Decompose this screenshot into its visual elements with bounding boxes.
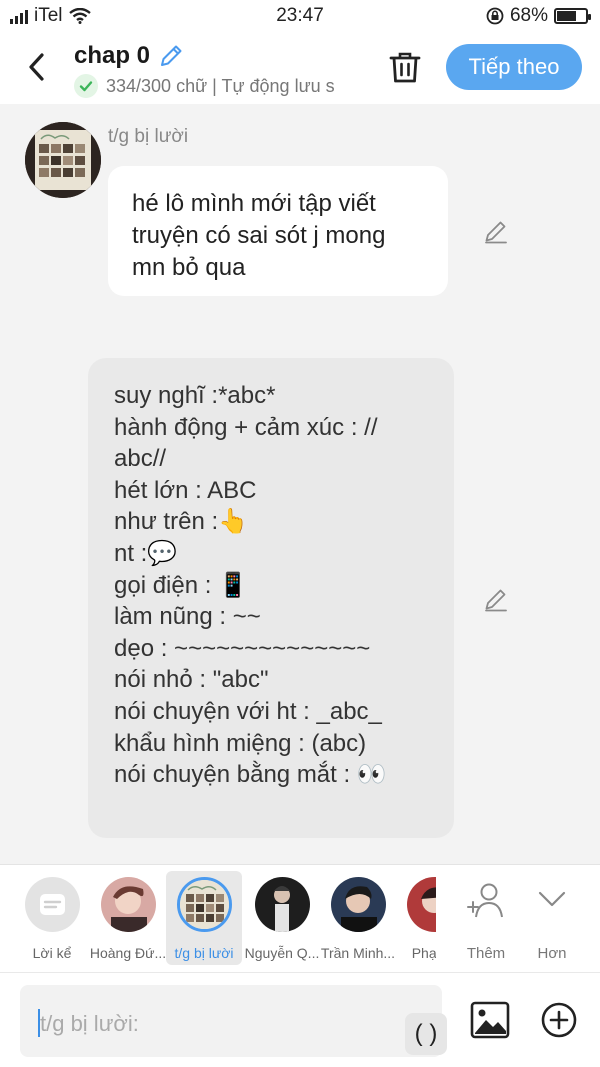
narration-line: hành động + cảm xúc : // — [114, 413, 378, 441]
narration-line: nói chuyện bằng mắt : 👀 — [114, 761, 387, 789]
narration-line: abc// — [114, 445, 167, 473]
character-label: Hoàng Đứ... — [89, 945, 167, 961]
character-avatar — [101, 877, 156, 932]
chapter-title-text: chap 0 — [74, 42, 151, 69]
character-label: Nguyễn Q... — [244, 945, 320, 961]
add-icon[interactable] — [540, 1001, 578, 1039]
narration-line: gọi điện : 📱 — [114, 571, 248, 599]
character-author-selected[interactable]: t/g bị lười — [166, 871, 242, 965]
more-characters-button[interactable]: Hơn — [522, 875, 582, 965]
character-2[interactable]: Hoàng Đứ... — [90, 871, 166, 965]
check-icon — [74, 74, 98, 98]
chapter-title[interactable]: chap 0 — [74, 42, 184, 70]
narrator-icon — [25, 877, 80, 932]
battery-icon — [554, 8, 591, 24]
character-avatar — [407, 877, 436, 932]
add-character-label: Thêm — [466, 945, 506, 962]
character-label: Lời kể — [32, 945, 72, 961]
back-icon[interactable] — [24, 50, 50, 84]
narration-line: dẹo : ~~~~~~~~~~~~~~ — [114, 634, 371, 662]
narration-line: như trên :👆 — [114, 508, 249, 536]
edit-title-icon[interactable] — [158, 43, 184, 69]
chat-area: t/g bị lười hé lô mình mới tập viết truy… — [0, 104, 600, 864]
battery-percent: 68% — [509, 5, 548, 26]
character-avatar — [331, 877, 386, 932]
edit-message-icon[interactable] — [483, 218, 509, 244]
editor-header: chap 0 334/300 chữ | Tự động lưu s Tiếp … — [0, 32, 600, 104]
chevron-down-icon — [538, 891, 566, 907]
character-label: t/g bị lười — [174, 945, 234, 961]
character-6[interactable]: Phạm — [396, 871, 436, 965]
author-avatar[interactable] — [25, 122, 101, 198]
character-5[interactable]: Trần Minh... — [320, 871, 396, 965]
narration-line: làm nũng : ~~ — [114, 603, 261, 631]
narration-line: hét lớn : ABC — [114, 476, 257, 504]
message-bubble[interactable]: hé lô mình mới tập viết truyện có sai só… — [108, 166, 448, 296]
more-characters-label: Hơn — [537, 945, 567, 962]
next-button[interactable]: Tiếp theo — [446, 44, 582, 90]
rotation-lock-icon — [486, 7, 504, 25]
message-input-placeholder: t/g bị lười: — [40, 1011, 139, 1036]
edit-narration-icon[interactable] — [483, 586, 509, 612]
add-user-icon — [467, 883, 503, 918]
narration-line: suy nghĩ :*abc* — [114, 382, 276, 409]
narration-line: nói nhỏ : "abc" — [114, 666, 269, 694]
character-selector: Lời kể Hoàng Đứ... t/g bị lười Nguyễn Q.… — [0, 864, 600, 972]
message-input[interactable]: t/g bị lười: ( ) — [20, 985, 447, 1057]
character-narrator[interactable]: Lời kể — [14, 871, 90, 965]
parenthesis-button[interactable]: ( ) — [405, 1013, 447, 1055]
character-avatar — [177, 877, 232, 932]
narration-bubble[interactable]: suy nghĩ :*abc* hành động + cảm xúc : //… — [88, 358, 454, 838]
narration-line: nói chuyện với ht : _abc_ — [114, 697, 382, 725]
status-bar: iTel 23:47 68% — [0, 0, 600, 32]
word-count-text: 334/300 chữ | Tự động lưu s — [106, 75, 335, 96]
character-avatar — [255, 877, 310, 932]
character-label: Phạm — [411, 945, 436, 961]
composer: t/g bị lười: ( ) — [0, 972, 600, 1067]
narration-line: nt :💬 — [114, 539, 178, 567]
character-label: Trần Minh... — [320, 945, 396, 961]
image-icon[interactable] — [470, 1001, 510, 1039]
trash-icon[interactable] — [388, 50, 422, 84]
message-author: t/g bị lười — [108, 126, 189, 147]
narration-line: khẩu hình miệng : (abc) — [114, 729, 367, 757]
word-count-status: 334/300 chữ | Tự động lưu s — [74, 74, 362, 98]
add-character-button[interactable]: Thêm — [456, 875, 516, 965]
character-4[interactable]: Nguyễn Q... — [244, 871, 320, 965]
